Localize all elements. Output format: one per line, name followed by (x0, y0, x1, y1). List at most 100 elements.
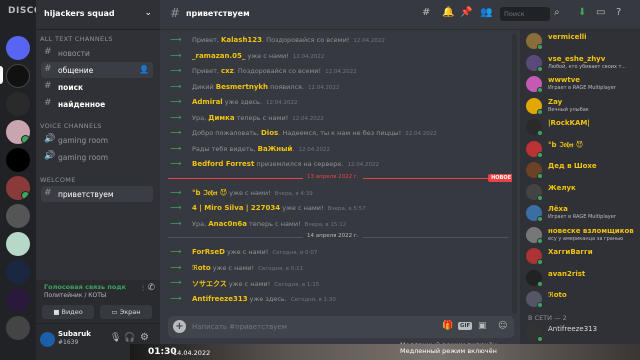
status-dot (537, 259, 543, 265)
member-item[interactable]: wwwtve Играет в RAGE Multiplayer (526, 75, 638, 93)
bell-icon[interactable]: 🔔 (442, 7, 454, 18)
server-icon-6[interactable] (6, 204, 30, 228)
server-icon-2[interactable] (6, 92, 30, 116)
channel-obshenie[interactable]: # общение 👤 (41, 62, 153, 78)
message-text: Привет, Kalash123. Поздоровайся со всеми… (192, 36, 385, 44)
member-item[interactable]: vse_eshe_zhyv Любой, кто убивает своих т.… (526, 54, 638, 72)
join-arrow-icon: ⟶ (170, 143, 182, 153)
download-icon[interactable]: ⬇ (578, 7, 586, 18)
member-item[interactable]: |RockKAM| (526, 118, 638, 136)
help-icon[interactable]: ? (616, 7, 621, 18)
server-icon-8[interactable] (6, 260, 30, 284)
add-user-icon[interactable]: 👤 (139, 65, 149, 74)
username[interactable]: ソサエクス (192, 280, 227, 288)
username[interactable]: ForRseD (192, 248, 225, 256)
channel-label: найденное (58, 100, 106, 109)
timestamp: 12.04.2022 (298, 146, 330, 153)
screen-share-button[interactable]: ▭ Экран (100, 305, 152, 319)
member-item[interactable]: avan2rist (526, 269, 638, 287)
category-voice[interactable]: VOICE CHANNELS (40, 122, 102, 130)
category-welcome[interactable]: WELCOME (40, 176, 76, 184)
attach-plus-icon[interactable]: + (173, 320, 186, 333)
username[interactable]: BaЖный (258, 145, 293, 153)
message-text: Привет, cxz. Поздоровайся со всеми! 12.04… (192, 67, 357, 75)
member-item[interactable]: Antifreeze313 (526, 324, 638, 342)
member-item[interactable]: Zay Вечный улыбак (526, 97, 638, 115)
channel-novosti[interactable]: # новости (41, 45, 153, 61)
sticker-icon[interactable]: ▣ (478, 321, 487, 331)
camera-icon: ■ (53, 308, 62, 316)
message-text: ソサエクス уже с нами! Сегодня, в 1:15 (192, 279, 319, 289)
username[interactable]: Димка (208, 114, 234, 122)
headphones-icon[interactable]: 🎧 (124, 333, 135, 343)
gif-button[interactable]: GIF (458, 322, 473, 330)
overlay-date: 14.04.2022 (173, 349, 211, 357)
voice-channel-2[interactable]: 🔊 gaming room (41, 149, 153, 165)
join-message: ⟶ Рады тебя видеть, BaЖный. 12.04.2022 (168, 143, 513, 156)
status-dot (537, 280, 543, 287)
join-message: ⟶ Дикий Besmertnykh появился. 12.04.2022 (168, 81, 513, 94)
username[interactable]: ℜoto (192, 264, 211, 272)
username[interactable]: Besmertnykh (216, 83, 268, 91)
category-text[interactable]: ALL TEXT CHANNELS (40, 35, 113, 43)
member-item[interactable]: новеске взломщиков есу у американца за гр… (526, 226, 638, 244)
username[interactable]: Admiral (192, 98, 223, 106)
channel-naidennoe[interactable]: # найденное (41, 96, 153, 112)
username[interactable]: Dios (261, 129, 278, 137)
threads-icon[interactable]: # (422, 7, 430, 18)
member-item[interactable]: Дед в Шохе (526, 161, 638, 179)
server-icon-10[interactable] (6, 316, 30, 340)
username[interactable]: 4 | Miro Silva | 227034 (192, 204, 280, 212)
gift-icon[interactable]: 🎁 (442, 321, 453, 331)
member-item[interactable]: vermicelli (526, 32, 638, 50)
voice-channel-1[interactable]: 🔊 gaming room (41, 132, 153, 148)
guild-header[interactable]: hijackers squad ⌄ (36, 0, 160, 30)
message-text: Antifreeze313 уже здесь. Сегодня, в 1:30 (192, 295, 336, 303)
username[interactable]: Antifreeze313 (192, 295, 248, 303)
server-icon-1[interactable] (6, 64, 30, 88)
message-text: _ramazan.05_ уже с нами! 12.04.2022 (192, 52, 324, 60)
username[interactable]: cxz (221, 67, 234, 75)
username[interactable]: Bedford Forrest (192, 160, 254, 168)
avatar (526, 33, 543, 50)
emoji-icon[interactable]: ☺ (498, 321, 507, 331)
server-list (0, 30, 36, 360)
timestamp: 12.04.2022 (353, 38, 385, 44)
pin-icon[interactable]: 📌 (460, 7, 472, 18)
gear-icon[interactable]: ⚙ (140, 332, 149, 343)
avatar[interactable] (40, 332, 55, 347)
username[interactable]: Kalash123 (221, 36, 262, 44)
member-item[interactable]: °b ℑ𝔬𝔥𝔫 😈 (526, 140, 638, 158)
message-input[interactable] (192, 321, 422, 333)
server-icon-home[interactable] (6, 36, 30, 60)
microphone-icon[interactable]: 🎙 (110, 333, 121, 343)
member-item[interactable]: Лёха Играет в RAGE Multiplayer (526, 204, 638, 222)
server-icon-7[interactable] (6, 232, 30, 256)
server-icon-9[interactable] (6, 288, 30, 312)
join-arrow-icon: ⟶ (170, 247, 182, 256)
member-item[interactable]: ХаггиВагги (526, 247, 638, 265)
join-arrow-icon: ⟶ (170, 293, 182, 303)
username[interactable]: °b ℑ𝔬𝔥𝔫 😈 (192, 189, 227, 197)
server-icon-3[interactable] (6, 120, 30, 144)
inbox-icon[interactable]: ▭ (596, 7, 605, 18)
username[interactable]: Anac0n6a (208, 220, 247, 228)
username[interactable]: _ramazan.05_ (192, 52, 245, 60)
server-icon-5[interactable] (6, 176, 30, 200)
server-icon-4[interactable] (6, 148, 30, 172)
channel-privetstvuem[interactable]: # приветствуем (41, 186, 153, 202)
scrollbar[interactable] (512, 34, 517, 314)
member-item[interactable]: ℜoto (526, 290, 638, 308)
members-icon[interactable]: 👥 (480, 7, 492, 18)
member-item[interactable]: Желук (526, 183, 638, 201)
noise-icon[interactable]: ⫶ (142, 284, 144, 294)
voice-channel-path[interactable]: Политейник / КОТЫ (44, 292, 106, 299)
avatar (526, 76, 543, 93)
message-text: Bedford Forrest приземлился на сервере. 1… (192, 160, 379, 168)
video-button[interactable]: ■ Видео (42, 305, 94, 319)
search-input[interactable]: Поиск (500, 7, 550, 21)
message-text: ForRseD уже с нами! Сегодня, в 0:07 (192, 248, 317, 256)
status-dot (537, 65, 543, 72)
channel-poisk[interactable]: # поиск (41, 79, 153, 95)
disconnect-icon[interactable]: ✆ (147, 283, 155, 293)
